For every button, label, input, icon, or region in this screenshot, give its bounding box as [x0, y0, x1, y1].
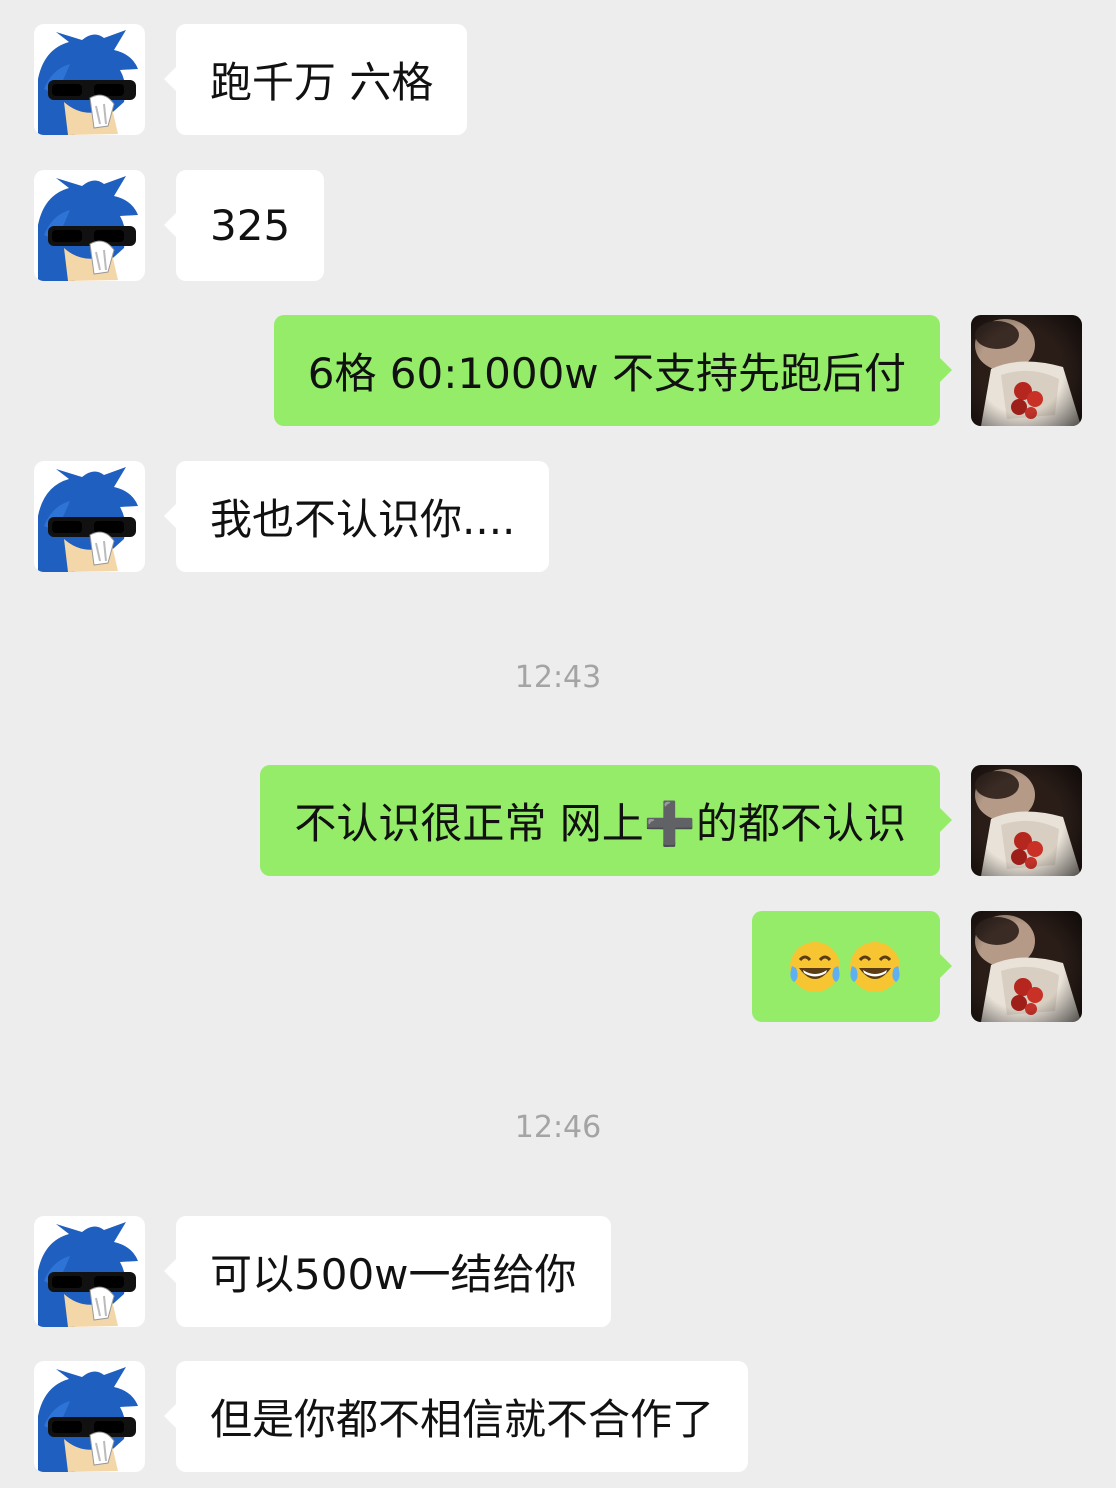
incoming-message-bubble[interactable]: 可以500w一结给你 [164, 1216, 611, 1327]
incoming-message-bubble[interactable]: 但是你都不相信就不合作了 [163, 1361, 749, 1472]
my-avatar[interactable] [971, 911, 1082, 1022]
message-text: 可以500w一结给你 [210, 1250, 577, 1299]
incoming-message-bubble[interactable]: 325 [163, 170, 325, 281]
contact-avatar[interactable] [34, 170, 145, 281]
timestamp: 12:43 [514, 660, 602, 695]
my-avatar[interactable] [971, 765, 1082, 876]
outgoing-message-bubble[interactable]: 6格 60:1000w 不支持先跑后付 [273, 315, 953, 426]
message-text: 我也不认识你.... [210, 495, 516, 544]
message-text: 跑千万 六格 [210, 58, 434, 107]
contact-avatar[interactable] [34, 1361, 145, 1472]
contact-avatar[interactable] [34, 24, 145, 135]
my-avatar[interactable] [971, 315, 1082, 426]
timestamp: 12:46 [514, 1110, 602, 1145]
chat-window: 跑千万 六格 325 6格 60:1000w 不支持先跑后付 我也不认识你...… [0, 0, 1116, 1488]
outgoing-emoji-bubble[interactable] [752, 911, 952, 1022]
contact-avatar[interactable] [34, 1216, 145, 1327]
incoming-message-bubble[interactable]: 跑千万 六格 [163, 24, 468, 135]
message-text: 6格 60:1000w 不支持先跑后付 [307, 349, 906, 398]
message-text: 但是你都不相信就不合作了 [210, 1395, 715, 1444]
outgoing-message-bubble[interactable]: 不认识很正常 网上➕的都不认识 [260, 765, 952, 876]
face-with-tears-of-joy-icon [846, 938, 904, 996]
face-with-tears-of-joy-icon [786, 938, 844, 996]
message-text: 不认识很正常 网上➕的都不认识 [294, 799, 906, 848]
message-text: 325 [210, 201, 291, 250]
contact-avatar[interactable] [34, 461, 145, 572]
incoming-message-bubble[interactable]: 我也不认识你.... [163, 461, 550, 572]
